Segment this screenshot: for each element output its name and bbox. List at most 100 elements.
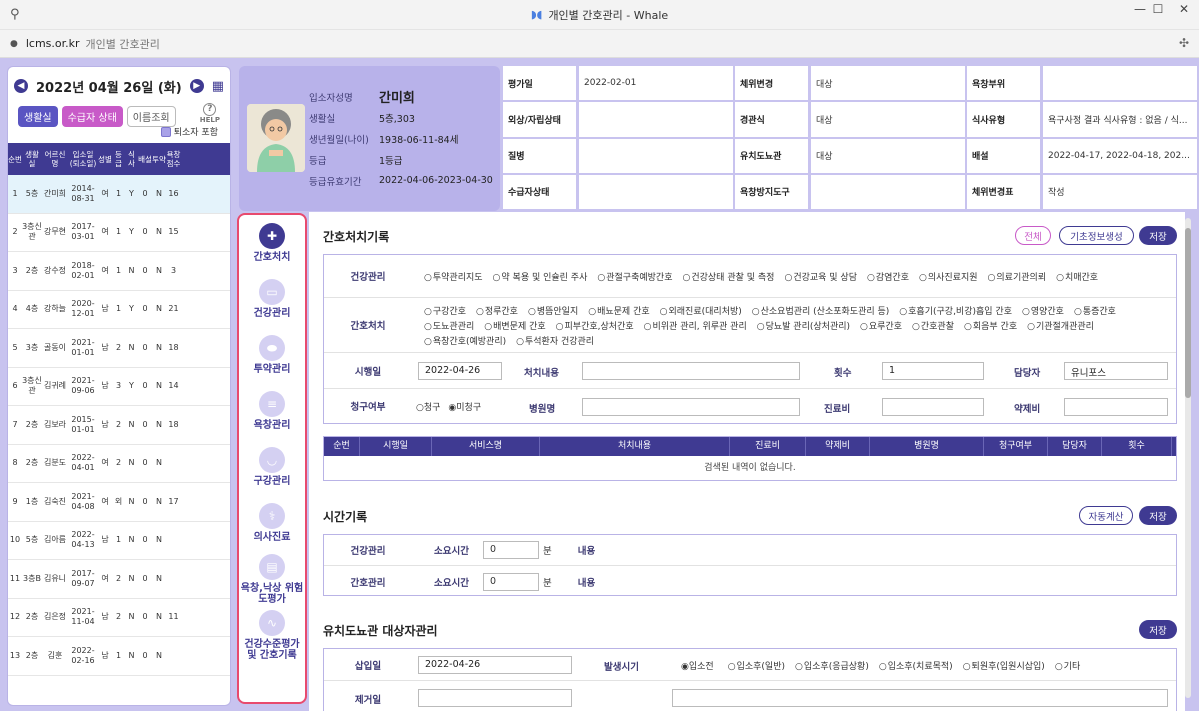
calendar-icon[interactable]: ▦ xyxy=(212,79,224,94)
remove-date-input[interactable] xyxy=(418,689,572,707)
option-radio[interactable]: 퇴원후(입원시삽입) xyxy=(963,659,1045,672)
option-radio[interactable]: 입소후(응급상황) xyxy=(795,659,869,672)
date-input[interactable]: 2022-04-26 xyxy=(418,362,502,380)
remove-note-input[interactable] xyxy=(672,689,1168,707)
option-radio[interactable]: 간호관찰 xyxy=(912,319,954,332)
nav-item-4[interactable]: ≡ 욕창관리 xyxy=(239,383,305,439)
drug-fee-input[interactable] xyxy=(1064,398,1168,416)
option-radio[interactable]: 입소후(치료목적) xyxy=(879,659,953,672)
nursing-save-button[interactable]: 저장 xyxy=(1139,226,1177,245)
table-row[interactable]: 12 2층 김은정 2021-11-04 남 2 N 0 N 11 xyxy=(8,599,230,637)
table-row[interactable]: 4 4층 강하늘 2020-12-01 남 1 Y 0 N 21 xyxy=(8,291,230,329)
option-radio[interactable]: 요루간호 xyxy=(860,319,902,332)
resident-col-header[interactable]: 투약 xyxy=(152,155,166,164)
url-text[interactable]: lcms.or.kr xyxy=(26,37,80,50)
option-radio[interactable]: 건강교육 및 상담 xyxy=(784,270,857,283)
option-radio[interactable]: 관절구축예방간호 xyxy=(597,270,672,283)
option-radio[interactable]: 약 복용 및 인슐린 주사 xyxy=(493,270,587,283)
resident-col-header[interactable]: 생활실 xyxy=(22,150,42,168)
retire-filter[interactable]: 퇴소자 포함 xyxy=(160,125,218,138)
option-radio[interactable]: 의료기관의뢰 xyxy=(988,270,1046,283)
nav-item-7[interactable]: ▤ 욕창,낙상 위험도평가 xyxy=(239,551,305,607)
option-radio[interactable]: 병뜸안일지 xyxy=(528,304,578,317)
next-date-icon[interactable]: ▶ xyxy=(189,79,204,93)
option-radio[interactable]: 배뇨문제 간호 xyxy=(588,304,650,317)
table-row[interactable]: 3 2층 강수정 2018-02-01 여 1 N 0 N 3 xyxy=(8,252,230,291)
table-row[interactable]: 2 3층신관 강무현 2017-03-01 여 1 Y 0 N 15 xyxy=(8,214,230,252)
count-input[interactable]: 1 xyxy=(882,362,984,380)
option-radio[interactable]: 영양간호 xyxy=(1022,304,1064,317)
resident-col-header[interactable]: 등급 xyxy=(112,150,125,168)
table-row[interactable]: 8 2층 김분도 2022-04-01 여 2 N 0 N xyxy=(8,445,230,483)
option-radio[interactable]: 건강상태 관찰 및 측정 xyxy=(682,270,774,283)
option-radio[interactable]: 욕창간호(예방관리) xyxy=(424,334,506,347)
name-search-button[interactable]: 이름조회 xyxy=(126,105,176,127)
option-radio[interactable]: 배변문제 간호 xyxy=(484,319,546,332)
table-row[interactable]: 11 3층B 김유니 2017-09-07 여 2 N 0 N xyxy=(8,560,230,599)
option-radio[interactable]: 호흡기(구강,비강)흡입 간호 xyxy=(899,304,1012,317)
create-base-info-button[interactable]: 기초정보생성 xyxy=(1059,226,1134,245)
time-save-button[interactable]: 저장 xyxy=(1139,506,1177,525)
detail-input[interactable] xyxy=(582,362,800,380)
table-row[interactable]: 13 2층 김훈 2022-02-16 남 1 N 0 N xyxy=(8,637,230,676)
option-radio[interactable]: 치매간호 xyxy=(1056,270,1098,283)
option-radio[interactable]: 산소요법관리 (산소포화도관리 등) xyxy=(752,304,890,317)
extensions-icon[interactable]: ✣ xyxy=(1179,36,1189,50)
staff-input[interactable]: 유니포스 xyxy=(1064,362,1168,380)
resident-col-header[interactable]: 어르신명 xyxy=(42,150,68,168)
option-radio[interactable]: 구강간호 xyxy=(424,304,466,317)
time-input[interactable]: 0 xyxy=(482,541,539,559)
option-radio[interactable]: 기관절개관관리 xyxy=(1027,319,1094,332)
nav-item-5[interactable]: ◡ 구강관리 xyxy=(239,439,305,495)
option-radio[interactable]: 투석환자 건강관리 xyxy=(516,334,594,347)
auto-calc-button[interactable]: 자동계산 xyxy=(1079,506,1133,525)
nav-item-6[interactable]: ⚕ 의사진료 xyxy=(239,495,305,551)
option-radio[interactable]: 피부간호,상처간호 xyxy=(556,319,634,332)
catheter-save-button[interactable]: 저장 xyxy=(1139,620,1177,639)
fee-input[interactable] xyxy=(882,398,984,416)
resident-col-header[interactable]: 식사 xyxy=(125,150,138,168)
option-radio[interactable]: 회음부 간호 xyxy=(964,319,1017,332)
room-button[interactable]: 생활실 xyxy=(18,105,58,127)
option-radio[interactable]: 입소후(일반) xyxy=(728,659,785,672)
all-button[interactable]: 전체 xyxy=(1015,226,1051,245)
option-radio[interactable]: 당뇨발 관리(상처관리) xyxy=(757,319,850,332)
retire-checkbox[interactable] xyxy=(160,126,171,137)
pin-icon[interactable]: ⚲ xyxy=(10,7,20,22)
table-row[interactable]: 10 5층 김아름 2022-04-13 남 1 N 0 N xyxy=(8,522,230,560)
option-radio[interactable]: 도뇨관관리 xyxy=(424,319,474,332)
resident-col-header[interactable]: 배설 xyxy=(138,155,152,164)
help-button[interactable]: ? HELP xyxy=(200,103,220,124)
content-scrollbar[interactable] xyxy=(1185,218,1191,698)
table-row[interactable]: 9 1층 김숙진 2021-04-08 여 외 N 0 N 17 xyxy=(8,483,230,522)
claim-yes-radio[interactable]: 청구 xyxy=(416,400,441,413)
nav-item-8[interactable]: ∿ 건강수준평가 및 간호기록 xyxy=(239,607,305,663)
scroll-thumb[interactable] xyxy=(1185,228,1191,398)
option-radio[interactable]: 기타 xyxy=(1055,659,1081,672)
insert-date-input[interactable]: 2022-04-26 xyxy=(418,656,572,674)
option-radio[interactable]: 정루간호 xyxy=(476,304,518,317)
table-row[interactable]: 7 2층 김보라 2015-01-01 남 2 N 0 N 18 xyxy=(8,406,230,445)
option-radio[interactable]: 감염간호 xyxy=(867,270,909,283)
prev-date-icon[interactable]: ◀ xyxy=(14,79,29,93)
option-radio[interactable]: 비위관 관리, 위루관 관리 xyxy=(644,319,747,332)
option-radio[interactable]: 의사진료지원 xyxy=(919,270,978,283)
table-row[interactable]: 6 3층신관 김귀례 2021-09-06 남 3 Y 0 N 14 xyxy=(8,368,230,406)
resident-col-header[interactable]: 순번 xyxy=(8,155,22,164)
status-button[interactable]: 수급자 상태 xyxy=(61,105,123,127)
nav-item-2[interactable]: ▭ 건강관리 xyxy=(239,271,305,327)
nav-item-3[interactable]: ⬬ 투약관리 xyxy=(239,327,305,383)
info-icon[interactable]: ● xyxy=(10,39,18,49)
option-radio[interactable]: 외래진료(대리처방) xyxy=(660,304,742,317)
claim-no-radio[interactable]: 미청구 xyxy=(448,400,481,413)
hospital-input[interactable] xyxy=(582,398,800,416)
option-radio[interactable]: 입소전 xyxy=(681,659,714,672)
table-row[interactable]: 1 5층 간미희 2014-08-31 여 1 Y 0 N 16 xyxy=(8,175,230,214)
table-row[interactable]: 5 3층 골동이 2021-01-01 남 2 N 0 N 18 xyxy=(8,329,230,368)
close-icon[interactable]: ✕ xyxy=(1169,2,1199,16)
time-input[interactable]: 0 xyxy=(482,572,539,591)
resident-col-header[interactable]: 입소일(퇴소일) xyxy=(68,150,98,168)
option-radio[interactable]: 통증간호 xyxy=(1074,304,1116,317)
nav-item-1[interactable]: ✚ 간호처치 xyxy=(239,215,305,271)
option-radio[interactable]: 투약관리지도 xyxy=(424,270,483,283)
